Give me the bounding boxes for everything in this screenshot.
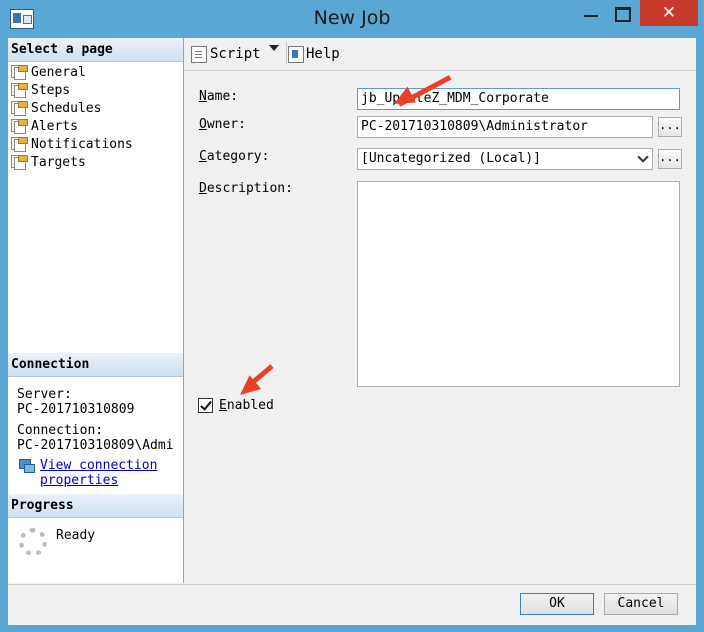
help-label: Help <box>306 46 340 62</box>
connection-header: Connection <box>8 353 183 377</box>
connection-properties-icon <box>19 457 35 473</box>
sidebar-item-alerts[interactable]: Alerts <box>11 118 78 136</box>
enabled-checkbox[interactable] <box>198 398 213 413</box>
page-icon <box>11 155 28 170</box>
dialog-client-area: Select a page General Steps Schedules Al… <box>8 38 696 625</box>
category-browse-button[interactable]: ... <box>658 149 682 169</box>
progress-status: Ready <box>56 528 96 543</box>
name-label: Name: <box>199 89 239 104</box>
close-icon: ✕ <box>661 3 677 23</box>
category-select[interactable]: [Uncategorized (Local)] <box>357 148 653 170</box>
view-connection-properties-link[interactable]: View connection <box>40 458 157 473</box>
category-label: Category: <box>199 149 270 164</box>
view-connection-properties-link-cont[interactable]: properties <box>40 473 118 488</box>
sidebar-item-label: Targets <box>31 155 86 170</box>
select-page-header: Select a page <box>8 38 183 62</box>
progress-header: Progress <box>8 494 183 518</box>
connection-value: PC-201710310809\Admi <box>17 438 174 453</box>
maximize-icon <box>615 7 631 22</box>
sidebar-item-schedules[interactable]: Schedules <box>11 100 101 118</box>
maximize-button[interactable] <box>608 0 638 26</box>
ok-button[interactable]: OK <box>520 593 594 615</box>
general-page-form: Name: jb_UpdateZ_MDM_Corporate Owner: PC… <box>184 70 696 583</box>
page-icon <box>11 65 28 80</box>
chevron-down-icon[interactable] <box>269 45 279 51</box>
chevron-down-icon <box>638 153 648 163</box>
help-icon <box>288 46 304 63</box>
help-button[interactable]: Help <box>288 44 348 64</box>
script-icon <box>191 46 207 63</box>
sidebar-item-label: Schedules <box>31 101 102 116</box>
dialog-button-bar: OK Cancel <box>8 584 696 625</box>
description-label: Description: <box>199 181 293 196</box>
description-textarea[interactable] <box>357 181 680 387</box>
script-label: Script <box>210 46 261 62</box>
page-icon <box>11 101 28 116</box>
page-icon <box>11 119 28 134</box>
progress-spinner-icon <box>19 528 47 556</box>
close-button[interactable]: ✕ <box>640 0 698 26</box>
owner-label: Owner: <box>199 117 246 132</box>
sidebar-item-label: Notifications <box>31 137 133 152</box>
sidebar-item-targets[interactable]: Targets <box>11 154 86 172</box>
title-bar[interactable]: New Job ✕ <box>0 0 704 38</box>
script-button[interactable]: Script <box>191 44 283 64</box>
cancel-button[interactable]: Cancel <box>604 593 678 615</box>
sidebar-item-notifications[interactable]: Notifications <box>11 136 133 154</box>
new-job-window: New Job ✕ Select a page General Steps Sc… <box>0 0 704 632</box>
sidebar-item-label: General <box>31 65 86 80</box>
server-label: Server: <box>17 387 72 402</box>
owner-input[interactable]: PC-201710310809\Administrator <box>357 116 653 138</box>
page-icon <box>11 83 28 98</box>
owner-browse-button[interactable]: ... <box>658 117 682 137</box>
minimize-icon <box>584 15 598 17</box>
left-pane: Select a page General Steps Schedules Al… <box>8 38 184 583</box>
toolbar: Script Help <box>184 38 696 70</box>
toolbar-separator <box>286 42 287 64</box>
sidebar-item-general[interactable]: General <box>11 64 86 82</box>
sidebar-item-label: Steps <box>31 83 71 98</box>
connection-label: Connection: <box>17 423 104 438</box>
sidebar-item-label: Alerts <box>31 119 78 134</box>
minimize-button[interactable] <box>574 0 608 26</box>
sidebar-item-steps[interactable]: Steps <box>11 82 70 100</box>
page-icon <box>11 137 28 152</box>
category-value: [Uncategorized (Local)] <box>361 151 542 166</box>
server-value: PC-201710310809 <box>17 402 135 417</box>
